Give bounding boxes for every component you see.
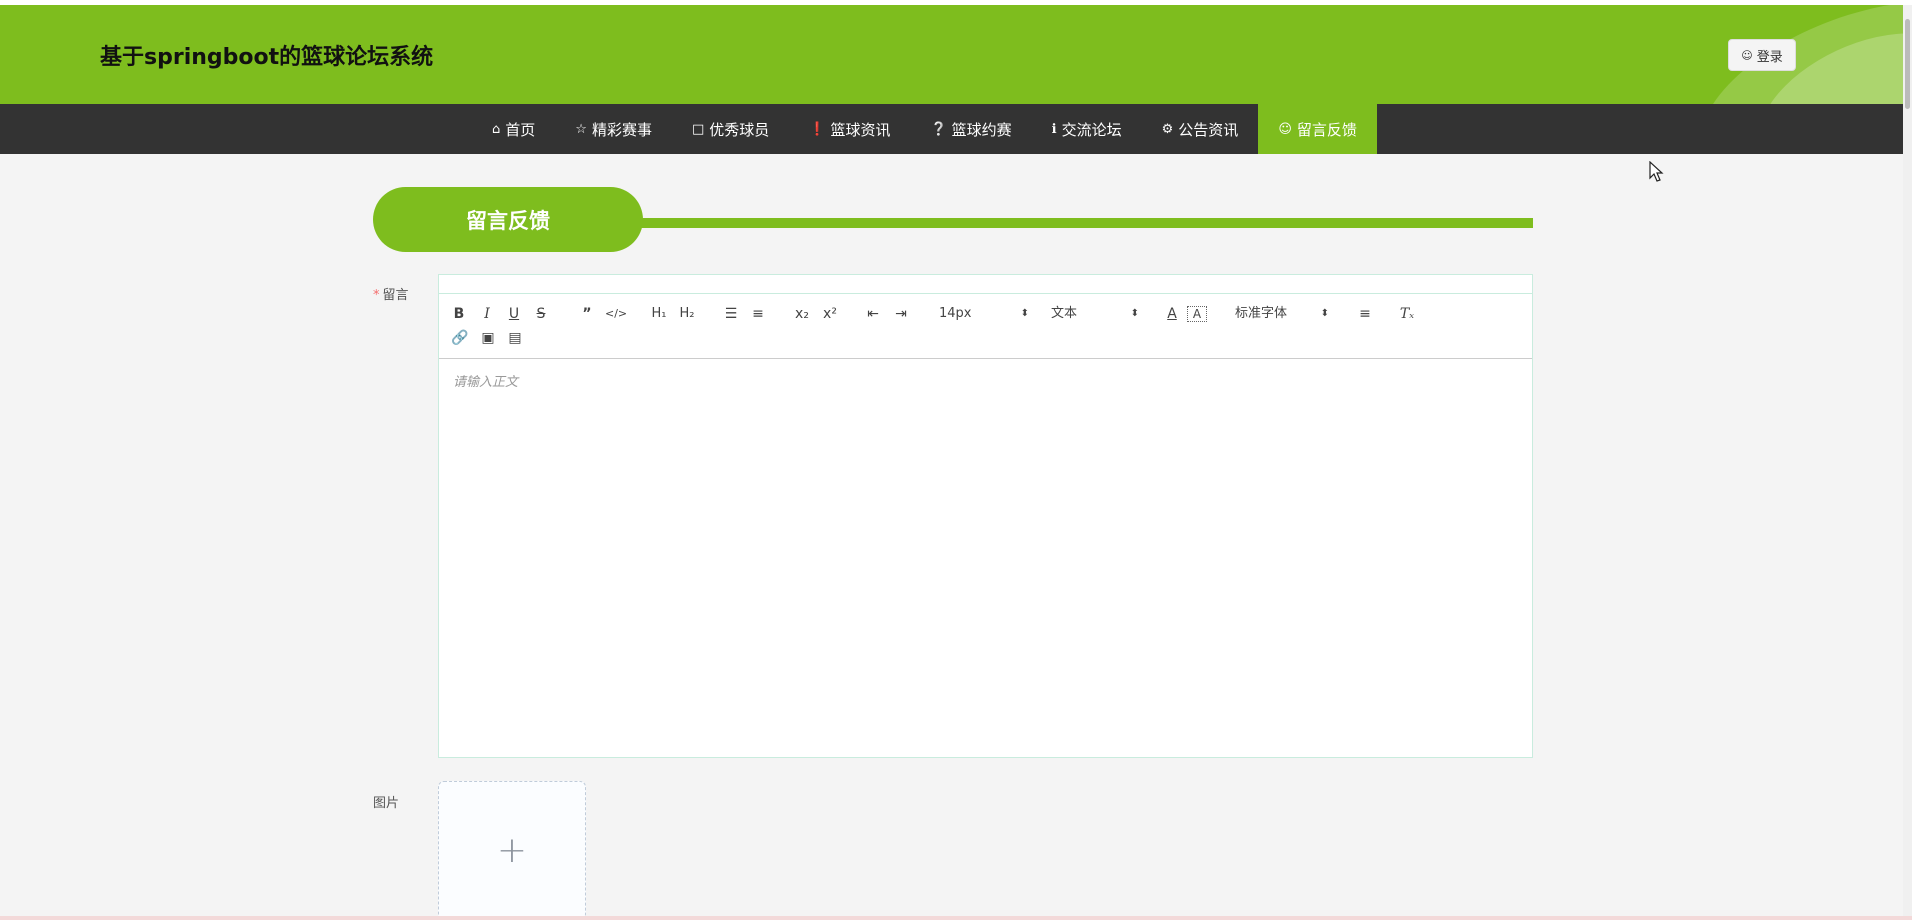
nav-item-game-booking[interactable]: ❔ 篮球约赛 <box>910 104 1031 154</box>
nav-item-label: 交流论坛 <box>1061 120 1122 139</box>
font-size-select[interactable]: 14px ⬍ <box>939 304 1029 324</box>
indent-decrease-icon[interactable]: ⇤ <box>863 304 883 324</box>
header-1-button[interactable]: H₁ <box>648 304 670 324</box>
question-icon: ❔ <box>930 121 947 137</box>
nav-item-home[interactable]: ⌂ 首页 <box>472 104 555 154</box>
font-color-icon[interactable]: A <box>1163 304 1181 324</box>
select-arrow-icon: ⬍ <box>1320 308 1329 319</box>
nav-item-feedback[interactable]: ☺ 留言反馈 <box>1258 104 1377 154</box>
ordered-list-icon[interactable]: ☰ <box>721 304 741 324</box>
main-nav: ⌂ 首页 ☆ 精彩赛事 □ 优秀球员 ❗ 篮球资讯 ❔ 篮球约赛 ℹ 交流论坛 … <box>0 104 1912 154</box>
star-icon: ☆ <box>575 121 587 137</box>
plus-icon: + <box>496 829 528 871</box>
nav-item-label: 精彩赛事 <box>591 120 652 139</box>
login-button[interactable]: ☺ 登录 <box>1728 39 1796 71</box>
nav-item-label: 首页 <box>505 120 536 139</box>
align-icon[interactable]: ≡ <box>1355 304 1375 324</box>
settings-icon: ⚙ <box>1161 121 1174 137</box>
scrollbar-thumb[interactable] <box>1905 19 1910 109</box>
mouse-cursor-icon <box>1649 161 1664 182</box>
section-divider <box>640 218 1533 228</box>
nav-item-matches[interactable]: ☆ 精彩赛事 <box>555 104 672 154</box>
bold-button[interactable]: B <box>451 304 467 324</box>
user-icon: ☺ <box>1741 48 1753 62</box>
editor-placeholder[interactable]: 请输入正文 <box>453 371 518 390</box>
italic-button[interactable]: I <box>479 304 495 324</box>
nav-item-players[interactable]: □ 优秀球员 <box>672 104 789 154</box>
rich-text-editor: B I U S ” </> H₁ H₂ ☰ ≡ x₂ x² ⇤ ⇥ 14px ⬍… <box>438 274 1533 758</box>
select-arrow-icon: ⬍ <box>1130 308 1139 319</box>
editor-toolbar: B I U S ” </> H₁ H₂ ☰ ≡ x₂ x² ⇤ ⇥ 14px ⬍… <box>439 293 1532 359</box>
background-color-icon[interactable]: A <box>1187 306 1207 322</box>
site-header: 基于springboot的篮球论坛系统 <box>0 5 1912 104</box>
clean-format-icon[interactable]: Tₓ <box>1397 304 1417 324</box>
link-icon[interactable]: 🔗 <box>451 328 469 348</box>
indent-increase-icon[interactable]: ⇥ <box>891 304 911 324</box>
bag-icon: □ <box>691 121 705 137</box>
nav-item-news[interactable]: ❗ 篮球资讯 <box>789 104 910 154</box>
section-title: 留言反馈 <box>373 187 643 252</box>
nav-item-label: 篮球约赛 <box>951 120 1012 139</box>
code-block-icon[interactable]: </> <box>605 304 627 324</box>
font-family-value: 标准字体 <box>1235 306 1288 321</box>
font-size-value: 14px <box>939 306 972 321</box>
nav-item-forum[interactable]: ℹ 交流论坛 <box>1032 104 1142 154</box>
nav-item-label: 篮球资讯 <box>830 120 891 139</box>
bullet-list-icon[interactable]: ≡ <box>748 304 768 324</box>
subscript-button[interactable]: x₂ <box>791 304 813 324</box>
site-title: 基于springboot的篮球论坛系统 <box>100 45 434 70</box>
select-arrow-icon: ⬍ <box>1020 308 1029 319</box>
message-label-text: 留言 <box>382 288 409 303</box>
video-icon[interactable]: ▤ <box>506 328 524 348</box>
info-icon: ℹ <box>1051 121 1057 137</box>
header-select[interactable]: 文本 ⬍ <box>1051 304 1139 324</box>
warning-icon: ❗ <box>809 121 826 137</box>
nav-item-label: 优秀球员 <box>709 120 770 139</box>
nav-item-announcements[interactable]: ⚙ 公告资讯 <box>1142 104 1259 154</box>
nav-item-label: 留言反馈 <box>1296 120 1357 139</box>
font-family-select[interactable]: 标准字体 ⬍ <box>1235 304 1329 324</box>
page-scrollbar[interactable] <box>1903 5 1912 920</box>
image-icon[interactable]: ▣ <box>479 328 497 348</box>
message-label: * 留言 <box>373 284 409 303</box>
smile-icon: ☺ <box>1278 121 1292 137</box>
image-upload[interactable]: + <box>438 781 586 920</box>
login-label: 登录 <box>1756 49 1783 65</box>
required-mark: * <box>373 288 380 303</box>
blockquote-icon[interactable]: ” <box>578 304 596 324</box>
bottom-edge <box>0 916 1912 920</box>
image-label: 图片 <box>373 796 400 811</box>
strike-button[interactable]: S <box>533 304 549 324</box>
nav-item-label: 公告资讯 <box>1178 120 1239 139</box>
superscript-button[interactable]: x² <box>819 304 841 324</box>
home-icon: ⌂ <box>492 121 501 137</box>
header-2-button[interactable]: H₂ <box>676 304 698 324</box>
underline-button[interactable]: U <box>506 304 522 324</box>
header-select-value: 文本 <box>1051 306 1078 321</box>
